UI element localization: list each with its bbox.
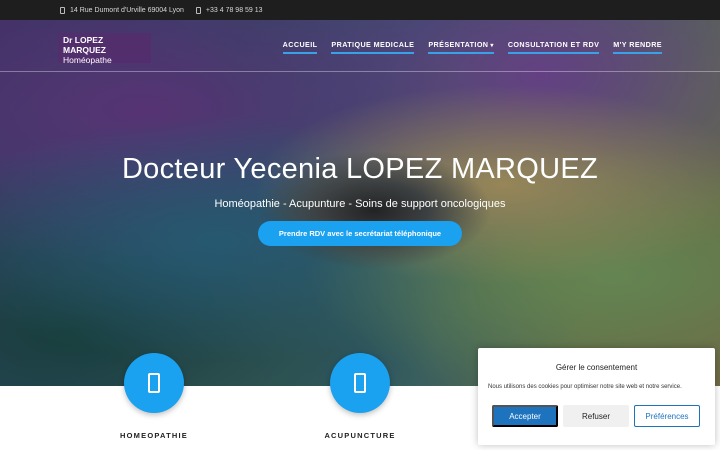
consent-title: Gérer le consentement bbox=[555, 363, 638, 372]
cookie-consent-dialog: Gérer le consentement Nous utilisons des… bbox=[478, 348, 715, 445]
acupuncture-icon bbox=[354, 373, 366, 393]
hero-subtitle: Homéopathie - Acupunture - Soins de supp… bbox=[214, 198, 506, 210]
service-label-acupuncture: ACUPUNCTURE bbox=[324, 431, 396, 440]
phone-text[interactable]: +33 4 78 98 59 13 bbox=[206, 7, 263, 14]
main-nav: ACCUEIL PRATIQUE MEDICALE PRÉSENTATION ▾ … bbox=[282, 40, 662, 54]
nav-item-consultation-rdv[interactable]: CONSULTATION ET RDV bbox=[507, 40, 600, 54]
homeopathy-service-icon-circle[interactable] bbox=[124, 353, 184, 413]
consent-text: Nous utilisons des cookies pour optimise… bbox=[488, 384, 682, 390]
accept-button[interactable]: Accepter bbox=[492, 405, 558, 427]
phone-item[interactable]: +33 4 78 98 59 13 bbox=[195, 6, 263, 14]
nav-item-presentation-label: PRÉSENTATION bbox=[428, 40, 489, 49]
preferences-button[interactable]: Préférences bbox=[634, 405, 700, 427]
nav-item-m-y-rendre[interactable]: M'Y RENDRE bbox=[613, 40, 662, 54]
brand-name: Dr LOPEZ MARQUEZ bbox=[63, 35, 106, 55]
service-label-homeopathie: HOMEOPATHIE bbox=[120, 431, 188, 440]
site-logo[interactable]: Dr LOPEZ MARQUEZ Homéopathe bbox=[58, 33, 151, 65]
homeopathy-icon bbox=[148, 373, 160, 393]
nav-item-accueil[interactable]: ACCUEIL bbox=[282, 40, 318, 54]
brand-subtitle: Homéopathe bbox=[63, 55, 112, 65]
map-marker-icon bbox=[60, 6, 65, 14]
header-divider bbox=[0, 71, 720, 72]
hero-banner: Dr LOPEZ MARQUEZ Homéopathe ACCUEIL PRAT… bbox=[0, 20, 720, 386]
nav-item-pratique-medicale[interactable]: PRATIQUE MEDICALE bbox=[331, 40, 415, 54]
nav-item-presentation[interactable]: PRÉSENTATION ▾ bbox=[428, 40, 494, 54]
top-info-bar: 14 Rue Dumont d'Urville 69004 Lyon +33 4… bbox=[0, 0, 720, 20]
refuse-button[interactable]: Refuser bbox=[563, 405, 629, 427]
phone-icon bbox=[195, 6, 201, 14]
book-appointment-button[interactable]: Prendre RDV avec le secrétariat téléphon… bbox=[258, 221, 462, 246]
address-text: 14 Rue Dumont d'Urville 69004 Lyon bbox=[70, 6, 184, 14]
hero-title: Docteur Yecenia LOPEZ MARQUEZ bbox=[121, 153, 599, 185]
chevron-down-icon: ▾ bbox=[490, 43, 494, 49]
address-item: 14 Rue Dumont d'Urville 69004 Lyon bbox=[60, 6, 184, 14]
acupuncture-service-icon-circle[interactable] bbox=[330, 353, 390, 413]
